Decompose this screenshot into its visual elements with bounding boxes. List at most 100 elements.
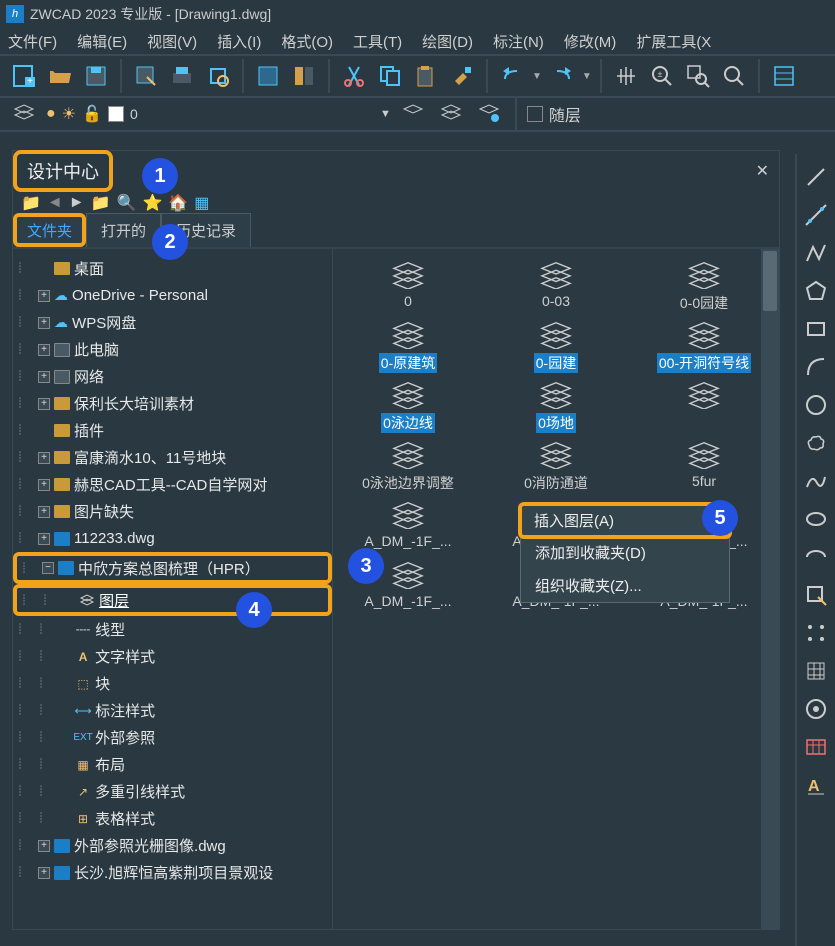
- tree-item[interactable]: ┊赫思CAD工具--CAD自学网对: [13, 471, 332, 498]
- menu-tools[interactable]: 工具(T): [353, 31, 402, 52]
- matchprop-button[interactable]: [446, 60, 478, 92]
- gradient-tool[interactable]: [803, 696, 829, 722]
- load-icon[interactable]: 📁: [21, 193, 41, 213]
- tree-item[interactable]: ┊┊图层: [13, 584, 332, 616]
- ctx-add-fav[interactable]: 添加到收藏夹(D): [521, 536, 729, 569]
- undo-dropdown-icon[interactable]: ▼: [532, 71, 542, 82]
- expand-icon[interactable]: [38, 371, 50, 383]
- zoom-win-button[interactable]: [682, 60, 714, 92]
- layer-grid-item[interactable]: 0泳边线: [337, 379, 479, 433]
- spline-tool[interactable]: [803, 468, 829, 494]
- layer-grid-item[interactable]: 0泳池边界调整: [337, 439, 479, 493]
- scrollbar[interactable]: [761, 249, 779, 929]
- plot-button[interactable]: [166, 60, 198, 92]
- expand-icon[interactable]: [38, 506, 50, 518]
- ellipse-tool[interactable]: [803, 506, 829, 532]
- cut-button[interactable]: [338, 60, 370, 92]
- layer-grid-item[interactable]: 0: [337, 259, 479, 313]
- redo-dropdown-icon[interactable]: ▼: [582, 71, 592, 82]
- fav-icon[interactable]: ⭐: [142, 193, 162, 213]
- paste-button[interactable]: [410, 60, 442, 92]
- table-tool[interactable]: [803, 734, 829, 760]
- menu-ext[interactable]: 扩展工具(X: [636, 31, 711, 52]
- ctx-org-fav[interactable]: 组织收藏夹(Z)...: [521, 569, 729, 602]
- zoom-rt-button[interactable]: ±: [646, 60, 678, 92]
- folder-tree[interactable]: ┊桌面┊☁OneDrive - Personal┊☁WPS网盘┊此电脑┊网络┊保…: [13, 249, 333, 929]
- expand-icon[interactable]: [38, 479, 50, 491]
- tree-item[interactable]: ┊插件: [13, 417, 332, 444]
- revcloud-tool[interactable]: [803, 430, 829, 456]
- redo-button[interactable]: [546, 60, 578, 92]
- up-icon[interactable]: 📁: [91, 193, 111, 213]
- tree-item[interactable]: ┊┊⊞表格样式: [13, 805, 332, 832]
- back-icon[interactable]: ◄: [47, 194, 63, 212]
- tree-item[interactable]: ┊保利长大培训素材: [13, 390, 332, 417]
- expand-icon[interactable]: [38, 398, 50, 410]
- hatch-tool[interactable]: [803, 658, 829, 684]
- layer-grid-item[interactable]: 0-园建: [485, 319, 627, 373]
- tree-item[interactable]: ┊┊↗多重引线样式: [13, 778, 332, 805]
- circle-tool[interactable]: [803, 392, 829, 418]
- layer-grid-item[interactable]: 00-开洞符号线: [633, 319, 775, 373]
- tree-item[interactable]: ┊┊⬚块: [13, 670, 332, 697]
- prop-button[interactable]: [252, 60, 284, 92]
- tree-item[interactable]: ┊中欣方案总图梳理（HPR）: [13, 552, 332, 584]
- tree-item[interactable]: ┊┊▦布局: [13, 751, 332, 778]
- rect-tool[interactable]: [803, 316, 829, 342]
- close-button[interactable]: ✕: [756, 161, 769, 181]
- home-icon[interactable]: 🏠: [168, 193, 188, 213]
- expand-icon[interactable]: [38, 867, 50, 879]
- tree-item[interactable]: ┊此电脑: [13, 336, 332, 363]
- menu-modify[interactable]: 修改(M): [564, 31, 617, 52]
- saveas-button[interactable]: [130, 60, 162, 92]
- menu-view[interactable]: 视图(V): [147, 31, 197, 52]
- open-button[interactable]: [44, 60, 76, 92]
- line-tool[interactable]: [803, 164, 829, 190]
- tree-item[interactable]: ┊☁WPS网盘: [13, 309, 332, 336]
- tree-item[interactable]: ┊图片缺失: [13, 498, 332, 525]
- tree-item[interactable]: ┊┊╌╌线型: [13, 616, 332, 643]
- layer-grid-item[interactable]: 0-原建筑: [337, 319, 479, 373]
- tree-item[interactable]: ┊┊EXT外部参照: [13, 724, 332, 751]
- tree-item[interactable]: ┊富康滴水10、11号地块: [13, 444, 332, 471]
- fwd-icon[interactable]: ►: [69, 194, 85, 212]
- pline-tool[interactable]: [803, 240, 829, 266]
- save-button[interactable]: [80, 60, 112, 92]
- xline-tool[interactable]: [803, 202, 829, 228]
- menu-draw[interactable]: 绘图(D): [422, 31, 473, 52]
- copy-button[interactable]: [374, 60, 406, 92]
- tree-item[interactable]: ┊长沙.旭辉恒高紫荆项目景观设: [13, 859, 332, 886]
- design-center-button[interactable]: [288, 60, 320, 92]
- layer-grid-item[interactable]: 0消防通道: [485, 439, 627, 493]
- expand-icon[interactable]: [38, 317, 50, 329]
- tab-open[interactable]: 打开的: [86, 213, 161, 247]
- ctx-insert-layer[interactable]: 插入图层(A): [518, 502, 732, 539]
- menu-dim[interactable]: 标注(N): [493, 31, 544, 52]
- layer-freeze-button[interactable]: [435, 98, 467, 130]
- layer-grid-item[interactable]: 0-0园建: [633, 259, 775, 313]
- undo-button[interactable]: [496, 60, 528, 92]
- search-icon[interactable]: 🔍: [117, 193, 137, 213]
- tab-folder[interactable]: 文件夹: [13, 213, 86, 247]
- bylayer-dropdown[interactable]: 随层: [527, 102, 581, 126]
- expand-icon[interactable]: [38, 452, 50, 464]
- arc-tool[interactable]: [803, 354, 829, 380]
- tree-item[interactable]: ┊☁OneDrive - Personal: [13, 282, 332, 309]
- layer-grid-item[interactable]: 0场地: [485, 379, 627, 433]
- tree-icon[interactable]: ▦: [194, 193, 209, 213]
- expand-icon[interactable]: [38, 290, 50, 302]
- layer-grid-item[interactable]: [633, 379, 775, 433]
- block-tool[interactable]: [803, 582, 829, 608]
- collapse-icon[interactable]: [42, 562, 54, 574]
- layer-grid-item[interactable]: A_DM_-1F_...: [337, 499, 479, 553]
- new-button[interactable]: +: [8, 60, 40, 92]
- layer-off-button[interactable]: [397, 98, 429, 130]
- tree-item[interactable]: ┊外部参照光栅图像.dwg: [13, 832, 332, 859]
- layer-dropdown[interactable]: ● ☀ 🔓 0 ▼: [46, 104, 391, 124]
- tree-item[interactable]: ┊112233.dwg: [13, 525, 332, 552]
- ellipse-arc-tool[interactable]: [803, 544, 829, 570]
- polygon-tool[interactable]: [803, 278, 829, 304]
- expand-icon[interactable]: [38, 533, 50, 545]
- menu-edit[interactable]: 编辑(E): [77, 31, 127, 52]
- tree-item[interactable]: ┊┊A文字样式: [13, 643, 332, 670]
